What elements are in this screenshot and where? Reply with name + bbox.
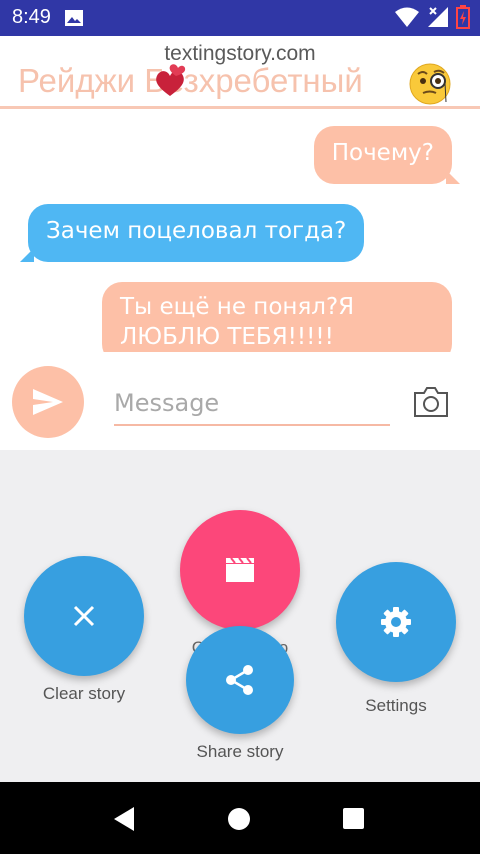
settings-button[interactable] <box>336 562 456 682</box>
clear-story-label: Clear story <box>42 684 126 703</box>
clapperboard-icon <box>226 557 254 582</box>
message-input[interactable] <box>114 382 390 426</box>
monocle-face-icon <box>408 62 452 110</box>
send-icon <box>33 389 63 415</box>
message-bubble-received[interactable]: Зачем поцеловал тогда? <box>28 204 365 262</box>
system-nav-bar <box>0 782 480 854</box>
gear-icon <box>381 607 411 637</box>
battery-icon <box>456 5 470 33</box>
chat-title[interactable]: Рейджи Безхребетный <box>18 62 363 100</box>
camera-icon[interactable] <box>412 386 450 422</box>
clear-story-button[interactable] <box>24 556 144 676</box>
hearts-icon <box>150 62 190 106</box>
share-story-button[interactable] <box>186 626 294 734</box>
bubble-tail <box>20 248 34 262</box>
back-icon[interactable] <box>112 806 136 836</box>
recents-icon[interactable] <box>343 808 364 829</box>
status-icons <box>394 5 470 33</box>
share-icon <box>226 665 253 695</box>
message-bubble-sent[interactable]: Ты ещё не понял?Я ЛЮБЛЮ ТЕБЯ!!!!! <box>102 282 452 352</box>
home-icon[interactable] <box>228 808 250 830</box>
status-time: 8:49 <box>12 6 51 28</box>
share-story-label: Share story <box>196 742 284 761</box>
header-divider <box>0 106 480 109</box>
signal-icon <box>426 5 450 33</box>
settings-label: Settings <box>365 696 427 715</box>
bubble-tail <box>446 170 460 184</box>
status-bar: 8:49 <box>0 0 480 36</box>
compose-bar <box>0 352 480 450</box>
message-bubble-sent[interactable]: Почему? <box>313 126 452 184</box>
send-button[interactable] <box>12 366 84 438</box>
message-list[interactable]: Почему? Зачем поцеловал тогда? Ты ещё не… <box>0 110 480 352</box>
create-video-button[interactable] <box>180 510 300 630</box>
story-actions-panel: Create video Clear story Settings <box>0 450 480 782</box>
wifi-icon <box>394 6 420 32</box>
gallery-notification-icon <box>64 9 84 31</box>
close-icon <box>73 605 95 627</box>
